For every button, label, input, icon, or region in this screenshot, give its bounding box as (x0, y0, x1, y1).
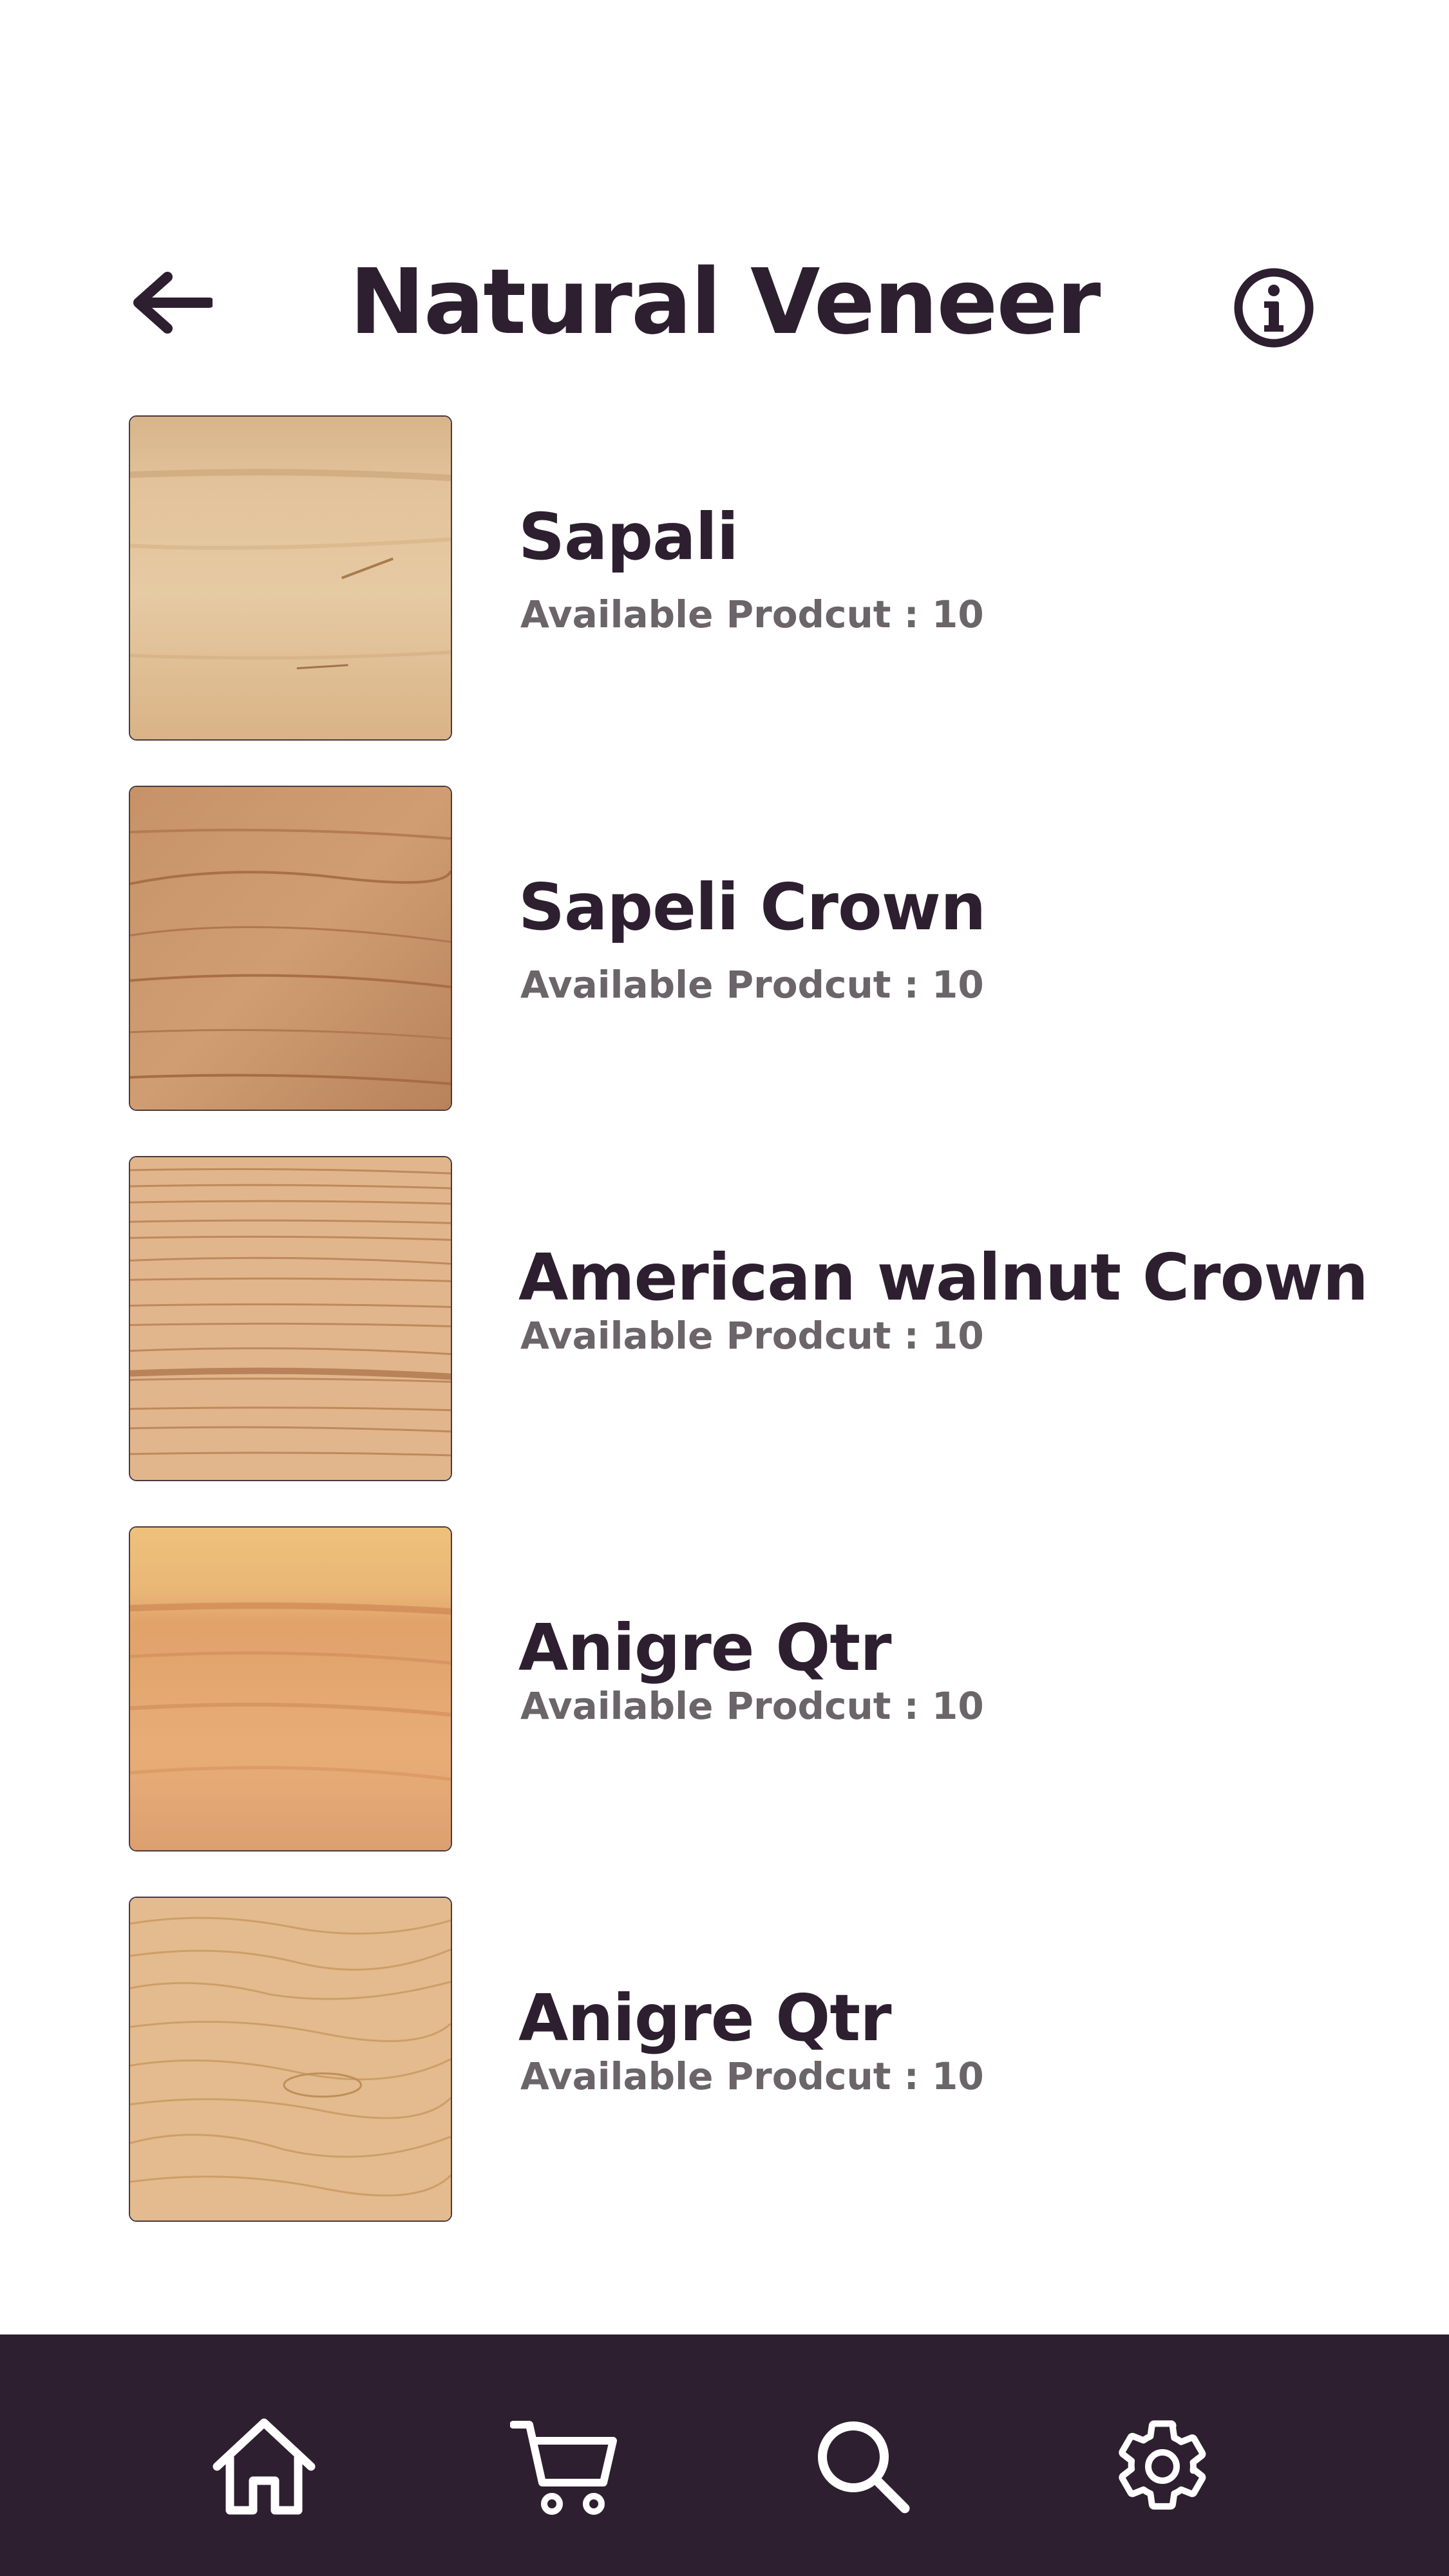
home-icon (213, 2418, 316, 2515)
info-button[interactable] (1230, 264, 1317, 351)
item-name: Anigre Qtr (518, 1610, 892, 1685)
list-item[interactable]: Sapeli Crown Available Prodcut : 10 (0, 786, 1449, 1111)
list-item[interactable]: Anigre Qtr Available Prodcut : 10 (0, 1897, 1449, 2222)
cart-icon (510, 2421, 617, 2515)
list-item[interactable]: Sapali Available Prodcut : 10 (0, 415, 1449, 741)
bottom-navigation (0, 2334, 1449, 2576)
item-count: Available Prodcut : 10 (520, 592, 984, 636)
nav-search-button[interactable] (802, 2405, 924, 2528)
veneer-thumbnail (129, 1897, 452, 2222)
nav-cart-button[interactable] (504, 2405, 626, 2528)
nav-home-button[interactable] (203, 2405, 325, 2528)
item-name: Sapali (518, 499, 739, 574)
item-count: Available Prodcut : 10 (520, 1684, 984, 1728)
veneer-thumbnail (129, 415, 452, 741)
item-name: Sapeli Crown (518, 869, 986, 945)
veneer-thumbnail (129, 786, 452, 1111)
arrow-left-icon (133, 272, 213, 334)
search-icon (818, 2421, 910, 2514)
list-item[interactable]: American walnut Crown Available Prodcut … (0, 1156, 1449, 1481)
back-button[interactable] (126, 267, 216, 338)
app-header: Natural Veneer (0, 238, 1449, 367)
item-name: American walnut Crown (518, 1240, 1368, 1315)
list-item[interactable]: Anigre Qtr Available Prodcut : 10 (0, 1526, 1449, 1852)
nav-settings-button[interactable] (1101, 2405, 1224, 2528)
veneer-thumbnail (129, 1156, 452, 1481)
item-count: Available Prodcut : 10 (520, 1314, 984, 1358)
item-name: Anigre Qtr (518, 1980, 892, 2056)
item-count: Available Prodcut : 10 (520, 2054, 984, 2098)
settings-icon (1119, 2420, 1206, 2510)
veneer-thumbnail (129, 1526, 452, 1852)
info-icon (1234, 268, 1313, 347)
item-count: Available Prodcut : 10 (520, 963, 984, 1007)
